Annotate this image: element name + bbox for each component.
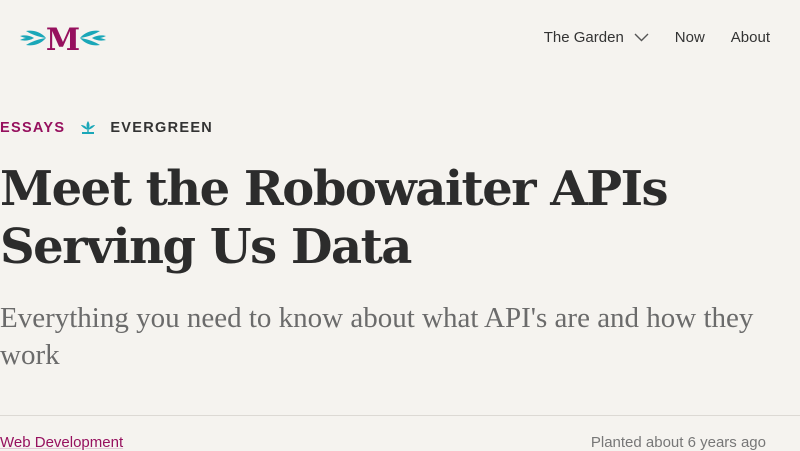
article-subtitle: Everything you need to know about what A… [0, 302, 754, 371]
main-nav: The Garden Now About [544, 29, 770, 46]
nav-now[interactable]: Now [675, 29, 705, 46]
article-eyebrow: ESSAYS EVERGREEN [0, 120, 213, 136]
article-meta: Web Development Planted about 6 years ag… [0, 434, 766, 451]
nav-now-label: Now [674, 29, 705, 46]
nav-about[interactable]: About [731, 29, 770, 46]
chevron-down-icon [634, 33, 649, 42]
site-header: M The Garden Now About [0, 0, 800, 80]
nav-about-label: About [730, 29, 770, 46]
leaf-m-logo-icon: M [20, 22, 106, 54]
growth-stage-label: EVERGREEN [110, 120, 214, 136]
logo-letter: M [46, 22, 80, 54]
divider [0, 415, 800, 416]
topic-link[interactable]: Web Development [0, 434, 123, 451]
planted-date: Planted about 6 years ago [590, 434, 766, 451]
article-title: Meet the Robowaiter APIs Serving Us Data [0, 161, 669, 275]
evergreen-plant-icon [80, 120, 96, 136]
nav-the-garden[interactable]: The Garden [544, 29, 649, 46]
nav-the-garden-label: The Garden [543, 29, 624, 46]
category-link[interactable]: ESSAYS [0, 120, 65, 136]
site-logo[interactable]: M [20, 22, 106, 54]
